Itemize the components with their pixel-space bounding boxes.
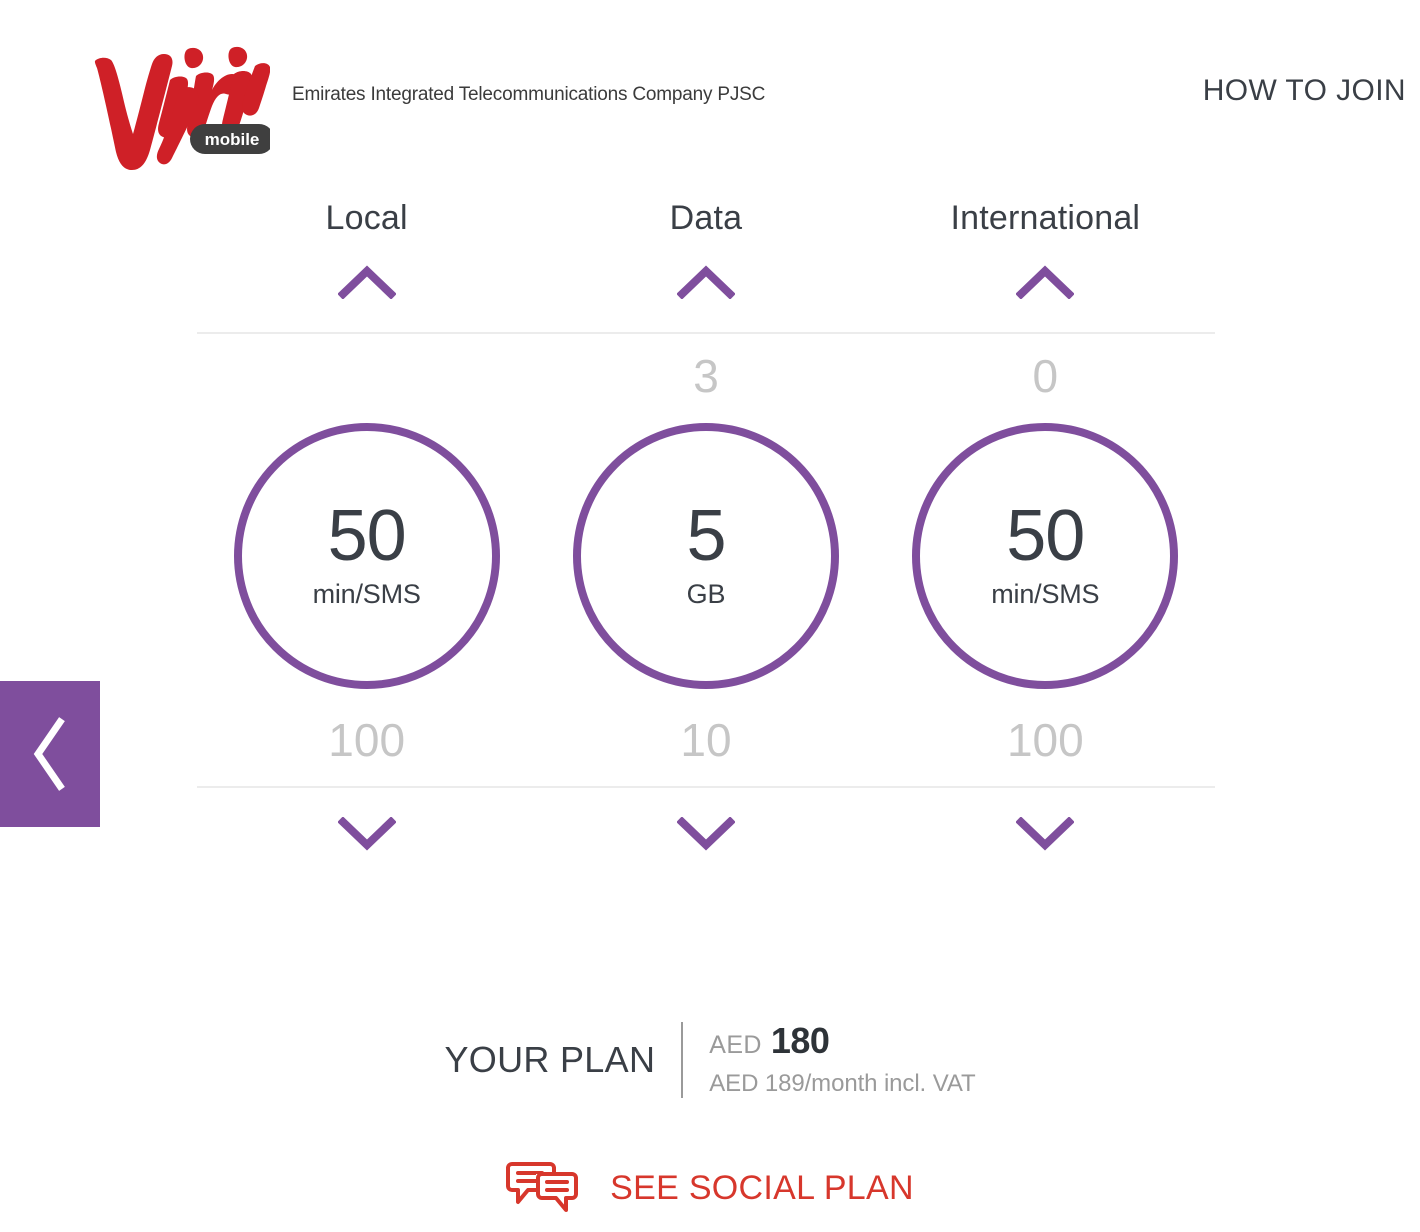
value-below-international: 100 <box>1006 714 1084 766</box>
selected-value-circle-international[interactable]: 50 min/SMS <box>912 423 1179 689</box>
selected-value-circle-data[interactable]: 5 GB <box>572 423 839 689</box>
chat-bubbles-icon <box>506 1160 579 1217</box>
circle-amount-local: 50 <box>327 496 407 577</box>
builder-circles-row: 50 min/SMS 5 GB 50 min/SMS <box>197 418 1215 694</box>
value-above-international: 0 <box>1032 350 1059 402</box>
svg-text:mobile: mobile <box>205 130 260 149</box>
column-title-data: Data <box>669 199 743 237</box>
value-above-data: 3 <box>693 350 719 402</box>
price-block: AED 180 AED 189/month incl. VAT <box>709 1019 976 1098</box>
selected-value-circle-local[interactable]: 50 min/SMS <box>233 423 500 689</box>
price-currency: AED <box>709 1030 762 1059</box>
chev-row-data-down <box>676 788 736 884</box>
column-title-international: International <box>950 199 1141 237</box>
see-social-plan-link[interactable]: SEE SOCIAL PLAN <box>0 1160 1420 1217</box>
column-local: Local <box>197 200 536 236</box>
column-data: Data <box>536 200 875 236</box>
company-name: Emirates Integrated Telecommunications C… <box>292 84 766 105</box>
price-amount: 180 <box>770 1019 830 1061</box>
header: mobile Emirates Integrated Telecommunica… <box>0 0 1420 180</box>
circle-unit-international: min/SMS <box>991 578 1100 609</box>
circle-unit-data: GB <box>686 578 726 609</box>
column-international-circle-cell: 50 min/SMS <box>876 418 1215 694</box>
value-below-data: 10 <box>680 714 732 766</box>
see-social-plan-label: SEE SOCIAL PLAN <box>610 1169 914 1207</box>
chev-row-international-down <box>1015 788 1075 884</box>
your-plan-summary: YOUR PLAN AED 180 AED 189/month incl. VA… <box>0 1022 1420 1098</box>
column-local-below-cell: 100 <box>197 694 536 786</box>
chevron-up-icon[interactable] <box>676 264 736 304</box>
circle-row-local: 50 min/SMS <box>233 418 500 694</box>
chevron-down-icon[interactable] <box>676 815 736 856</box>
column-international-above-cell: 0 <box>876 334 1215 418</box>
builder-above-values-row: 3 0 <box>197 334 1215 418</box>
column-local-increase-cell <box>197 236 536 332</box>
chevron-up-icon[interactable] <box>337 264 397 304</box>
column-local-decrease-cell <box>197 788 536 884</box>
chev-row-data-up <box>676 236 736 332</box>
prev-slide-button[interactable] <box>0 681 100 827</box>
circle-row-data: 5 GB <box>572 418 839 694</box>
page-root: mobile Emirates Integrated Telecommunica… <box>0 0 1420 1232</box>
column-international: International <box>876 200 1215 236</box>
builder-decrease-row <box>197 788 1215 884</box>
circle-amount-data: 5 <box>686 496 726 577</box>
column-data-increase-cell <box>536 236 875 332</box>
column-international-decrease-cell <box>876 788 1215 884</box>
column-local-circle-cell: 50 min/SMS <box>197 418 536 694</box>
chev-row-international-up <box>1015 236 1075 332</box>
circle-unit-local: min/SMS <box>312 578 421 609</box>
builder-increase-row <box>197 236 1215 332</box>
builder-titles-row: Local Data International <box>197 200 1215 236</box>
chevron-left-icon <box>30 716 70 792</box>
chev-row-local-down <box>337 788 397 884</box>
plan-builder: Local Data International 3 0 50 min/SMS … <box>197 200 1215 884</box>
builder-below-values-row: 100 10 100 <box>197 694 1215 786</box>
how-to-join-link[interactable]: HOW TO JOIN <box>1203 74 1406 108</box>
circle-row-international: 50 min/SMS <box>912 418 1179 694</box>
column-data-below-cell: 10 <box>536 694 875 786</box>
price-main: AED 180 <box>709 1019 975 1061</box>
virgin-mobile-logo[interactable]: mobile <box>84 24 270 172</box>
chevron-up-icon[interactable] <box>1015 264 1075 304</box>
circle-amount-international: 50 <box>1006 496 1085 577</box>
column-international-below-cell: 100 <box>876 694 1215 786</box>
column-data-decrease-cell <box>536 788 875 884</box>
column-international-increase-cell <box>876 236 1215 332</box>
value-below-local: 100 <box>328 714 406 766</box>
column-data-above-cell: 3 <box>536 334 875 418</box>
chev-row-local-up <box>337 236 397 332</box>
column-title-local: Local <box>325 199 408 237</box>
price-subtext: AED 189/month incl. VAT <box>709 1069 976 1097</box>
your-plan-separator <box>681 1022 684 1098</box>
chevron-down-icon[interactable] <box>1015 815 1075 856</box>
your-plan-label: YOUR PLAN <box>444 1039 656 1080</box>
column-data-circle-cell: 5 GB <box>536 418 875 694</box>
column-local-above-cell <box>197 334 536 418</box>
chevron-down-icon[interactable] <box>337 815 397 856</box>
